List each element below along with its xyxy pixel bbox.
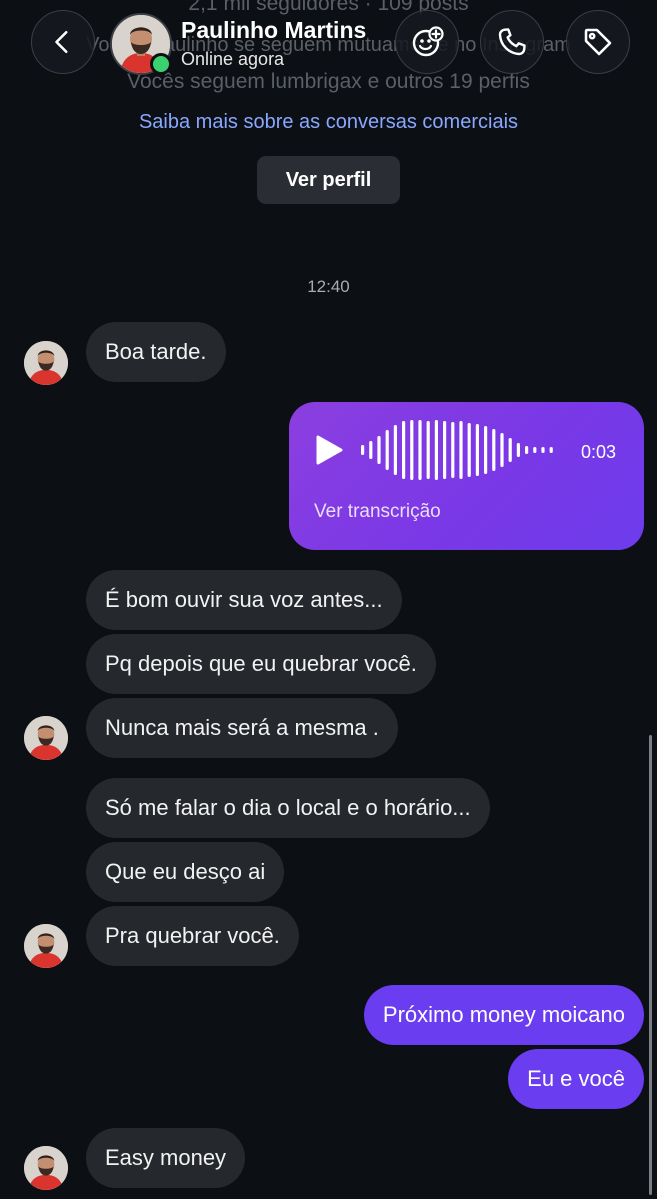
voice-call-button[interactable]	[480, 10, 544, 74]
scrollbar[interactable]	[649, 735, 652, 1195]
message-bubble-incoming[interactable]: Easy money	[86, 1128, 246, 1188]
sender-avatar[interactable]	[24, 924, 68, 968]
tag-icon	[584, 28, 612, 56]
contact-name[interactable]: Paulinho Martins	[181, 17, 366, 44]
business-chat-info-link[interactable]: Saiba mais sobre as conversas comerciais	[0, 111, 657, 134]
waveform-bar	[533, 447, 537, 453]
message-bubble-outgoing[interactable]: Próximo money moicano	[363, 985, 644, 1045]
message-bubble-incoming[interactable]: Pra quebrar você.	[86, 906, 299, 966]
view-profile-button[interactable]: Ver perfil	[257, 156, 400, 204]
waveform-bar	[426, 421, 430, 479]
waveform-bar	[434, 420, 438, 480]
message-bubble-incoming[interactable]: Só me falar o dia o local e o horário...	[86, 778, 490, 838]
waveform-bar	[369, 441, 373, 459]
waveform-bar	[361, 445, 365, 455]
voice-duration: 0:03	[581, 442, 617, 462]
message-timestamp: 12:40	[307, 277, 350, 296]
waveform-bar	[500, 433, 504, 467]
avatar-image	[24, 924, 68, 968]
sender-avatar[interactable]	[24, 1146, 68, 1190]
phone-icon	[498, 28, 526, 56]
audio-waveform[interactable]	[359, 417, 564, 483]
waveform-bar	[484, 426, 488, 474]
sender-avatar[interactable]	[24, 716, 68, 760]
avatar-image	[24, 341, 68, 385]
label-button[interactable]	[566, 10, 630, 74]
waveform-bar	[410, 420, 414, 480]
view-transcription-link[interactable]: Ver transcrição	[314, 501, 441, 523]
waveform-bar	[516, 443, 520, 457]
message-bubble-incoming[interactable]: É bom ouvir sua voz antes...	[86, 570, 402, 630]
back-icon	[55, 30, 68, 54]
message-bubble-incoming[interactable]: Que eu desço ai	[86, 842, 285, 902]
waveform-bar	[541, 447, 545, 453]
play-icon[interactable]	[310, 432, 346, 468]
waveform-bar	[393, 425, 397, 475]
waveform-bar	[508, 438, 512, 462]
waveform-bar	[443, 421, 447, 479]
waveform-bar	[418, 420, 422, 480]
avatar-image	[24, 1146, 68, 1190]
waveform-bar	[475, 424, 479, 476]
online-indicator	[150, 53, 172, 75]
avatar-image	[24, 716, 68, 760]
effects-icon	[412, 26, 444, 57]
effects-button[interactable]	[395, 10, 459, 74]
voice-message-bubble[interactable]: 0:03 Ver transcrição	[289, 402, 644, 550]
message-bubble-incoming[interactable]: Nunca mais será a mesma .	[86, 698, 398, 758]
chat-header: Paulinho Martins Online agora	[0, 0, 657, 90]
message-bubble-incoming[interactable]: Boa tarde.	[86, 322, 226, 382]
waveform-bar	[492, 429, 496, 471]
contact-status: Online agora	[181, 49, 285, 69]
waveform-bar	[377, 436, 381, 464]
waveform-bar	[385, 430, 389, 470]
back-button[interactable]	[31, 10, 95, 74]
sender-avatar[interactable]	[24, 341, 68, 385]
waveform-bar	[459, 421, 463, 479]
waveform-bar	[549, 447, 553, 453]
message-bubble-outgoing[interactable]: Eu e você	[508, 1049, 644, 1109]
message-bubble-incoming[interactable]: Pq depois que eu quebrar você.	[86, 634, 436, 694]
waveform-bar	[525, 446, 529, 454]
waveform-bar	[467, 423, 471, 477]
waveform-bar	[402, 421, 406, 479]
waveform-bar	[451, 422, 455, 478]
